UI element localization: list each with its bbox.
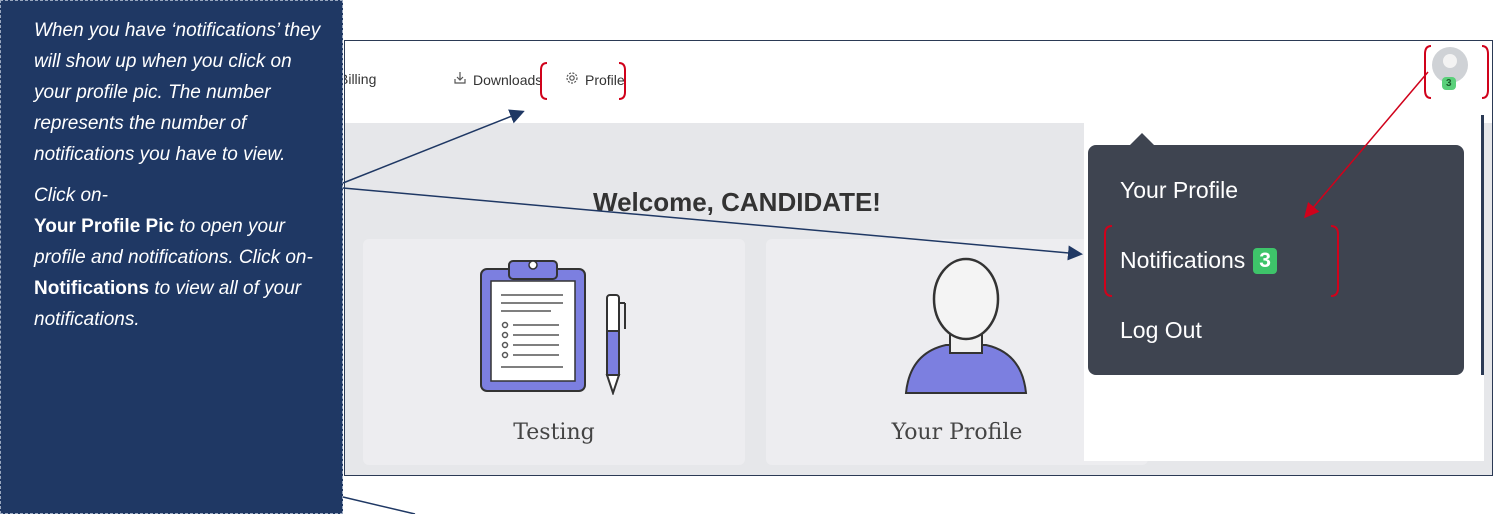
downloads-icon <box>453 71 467 88</box>
callout-notifications-label: Notifications <box>34 278 150 299</box>
app-screenshot: Billing Downloads Profile 3 Welcome, CAN… <box>344 40 1493 476</box>
callout-instructions: Click on- Your Profile Pic to open your … <box>34 180 324 335</box>
dropdown-caret <box>1130 133 1154 145</box>
person-icon <box>904 257 1028 394</box>
pen-icon <box>605 294 626 395</box>
callout-intro: When you have ‘notifications’ they will … <box>34 20 321 165</box>
clipboard-icon <box>480 260 626 395</box>
menu-item-your-profile[interactable]: Your Profile <box>1120 177 1238 204</box>
callout-click-on: Click on- <box>34 185 108 206</box>
testing-card[interactable]: Testing <box>363 239 745 465</box>
menu-item-your-profile-label: Your Profile <box>1120 177 1239 203</box>
notifications-count-badge: 3 <box>1253 247 1277 274</box>
nav-profile[interactable]: Profile <box>565 71 625 88</box>
nav-profile-label: Profile <box>585 71 625 88</box>
nav-billing[interactable]: Billing <box>345 71 377 87</box>
nav-billing-label: Billing <box>345 71 377 87</box>
page-divider <box>1481 115 1484 375</box>
welcome-heading: Welcome, CANDIDATE! <box>593 187 881 217</box>
profile-dropdown-menu: Your Profile Notifications 3 Log Out <box>1088 145 1464 375</box>
avatar-notification-badge: 3 <box>1442 77 1456 90</box>
callout-profile-pic-label: Your Profile Pic <box>34 216 175 237</box>
gear-icon <box>565 71 579 88</box>
menu-item-log-out[interactable]: Log Out <box>1120 317 1202 344</box>
testing-card-label: Testing <box>513 420 595 445</box>
menu-item-log-out-label: Log Out <box>1120 317 1202 343</box>
nav-downloads[interactable]: Downloads <box>453 71 542 88</box>
menu-item-notifications-label: Notifications <box>1120 247 1246 273</box>
arrow-bottom <box>342 496 416 514</box>
menu-item-notifications[interactable]: Notifications 3 <box>1120 247 1277 274</box>
nav-downloads-label: Downloads <box>473 71 543 88</box>
instruction-callout: When you have ‘notifications’ they will … <box>0 0 343 514</box>
